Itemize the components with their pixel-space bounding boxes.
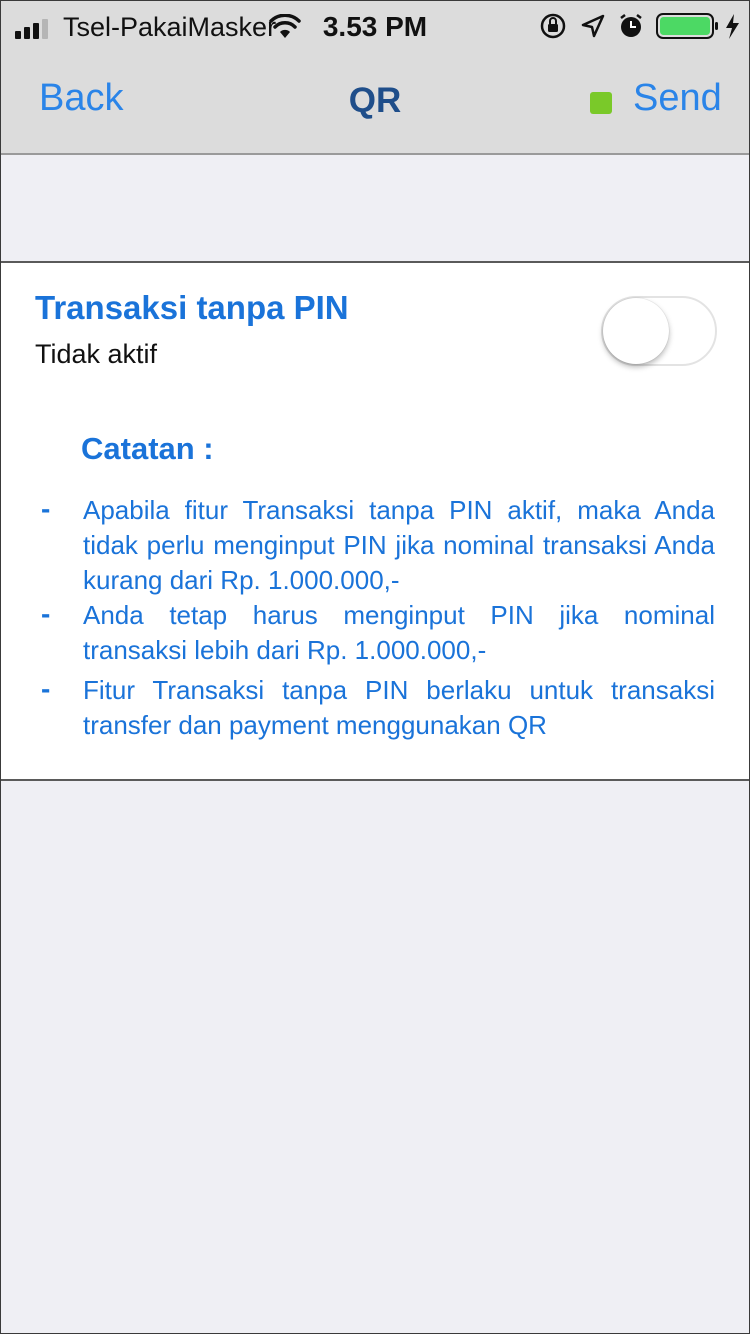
note-text: Anda tetap harus menginput PIN jika nomi… <box>83 600 715 665</box>
transaction-without-pin-setting: Transaksi tanpa PIN Tidak aktif <box>1 261 749 402</box>
note-bullet: - <box>41 493 51 524</box>
status-indicator <box>590 92 612 114</box>
note-text: Apabila fitur Transaksi tanpa PIN aktif,… <box>83 495 715 595</box>
setting-title: Transaksi tanpa PIN <box>35 289 349 326</box>
status-bar: Tsel-PakaiMasker 3.53 PM <box>1 1 749 51</box>
top-bar: Tsel-PakaiMasker 3.53 PM Back QR Send <box>1 1 749 155</box>
notes-section: Catatan : - Apabila fitur Transaksi tanp… <box>1 401 749 781</box>
notes-title: Catatan : <box>81 431 214 466</box>
battery-icon <box>656 13 718 39</box>
setting-status: Tidak aktif <box>35 339 158 369</box>
toggle-knob <box>603 298 669 364</box>
transaction-without-pin-toggle[interactable] <box>601 296 717 366</box>
location-arrow-icon <box>581 14 605 38</box>
note-bullet: - <box>41 673 51 704</box>
status-icons <box>540 13 739 39</box>
orientation-lock-icon <box>540 13 566 39</box>
alarm-icon <box>620 14 642 37</box>
charging-bolt-icon <box>726 14 739 39</box>
send-button[interactable]: Send <box>633 77 722 120</box>
note-bullet: - <box>41 598 51 629</box>
note-text: Fitur Transaksi tanpa PIN berlaku untuk … <box>83 675 715 740</box>
